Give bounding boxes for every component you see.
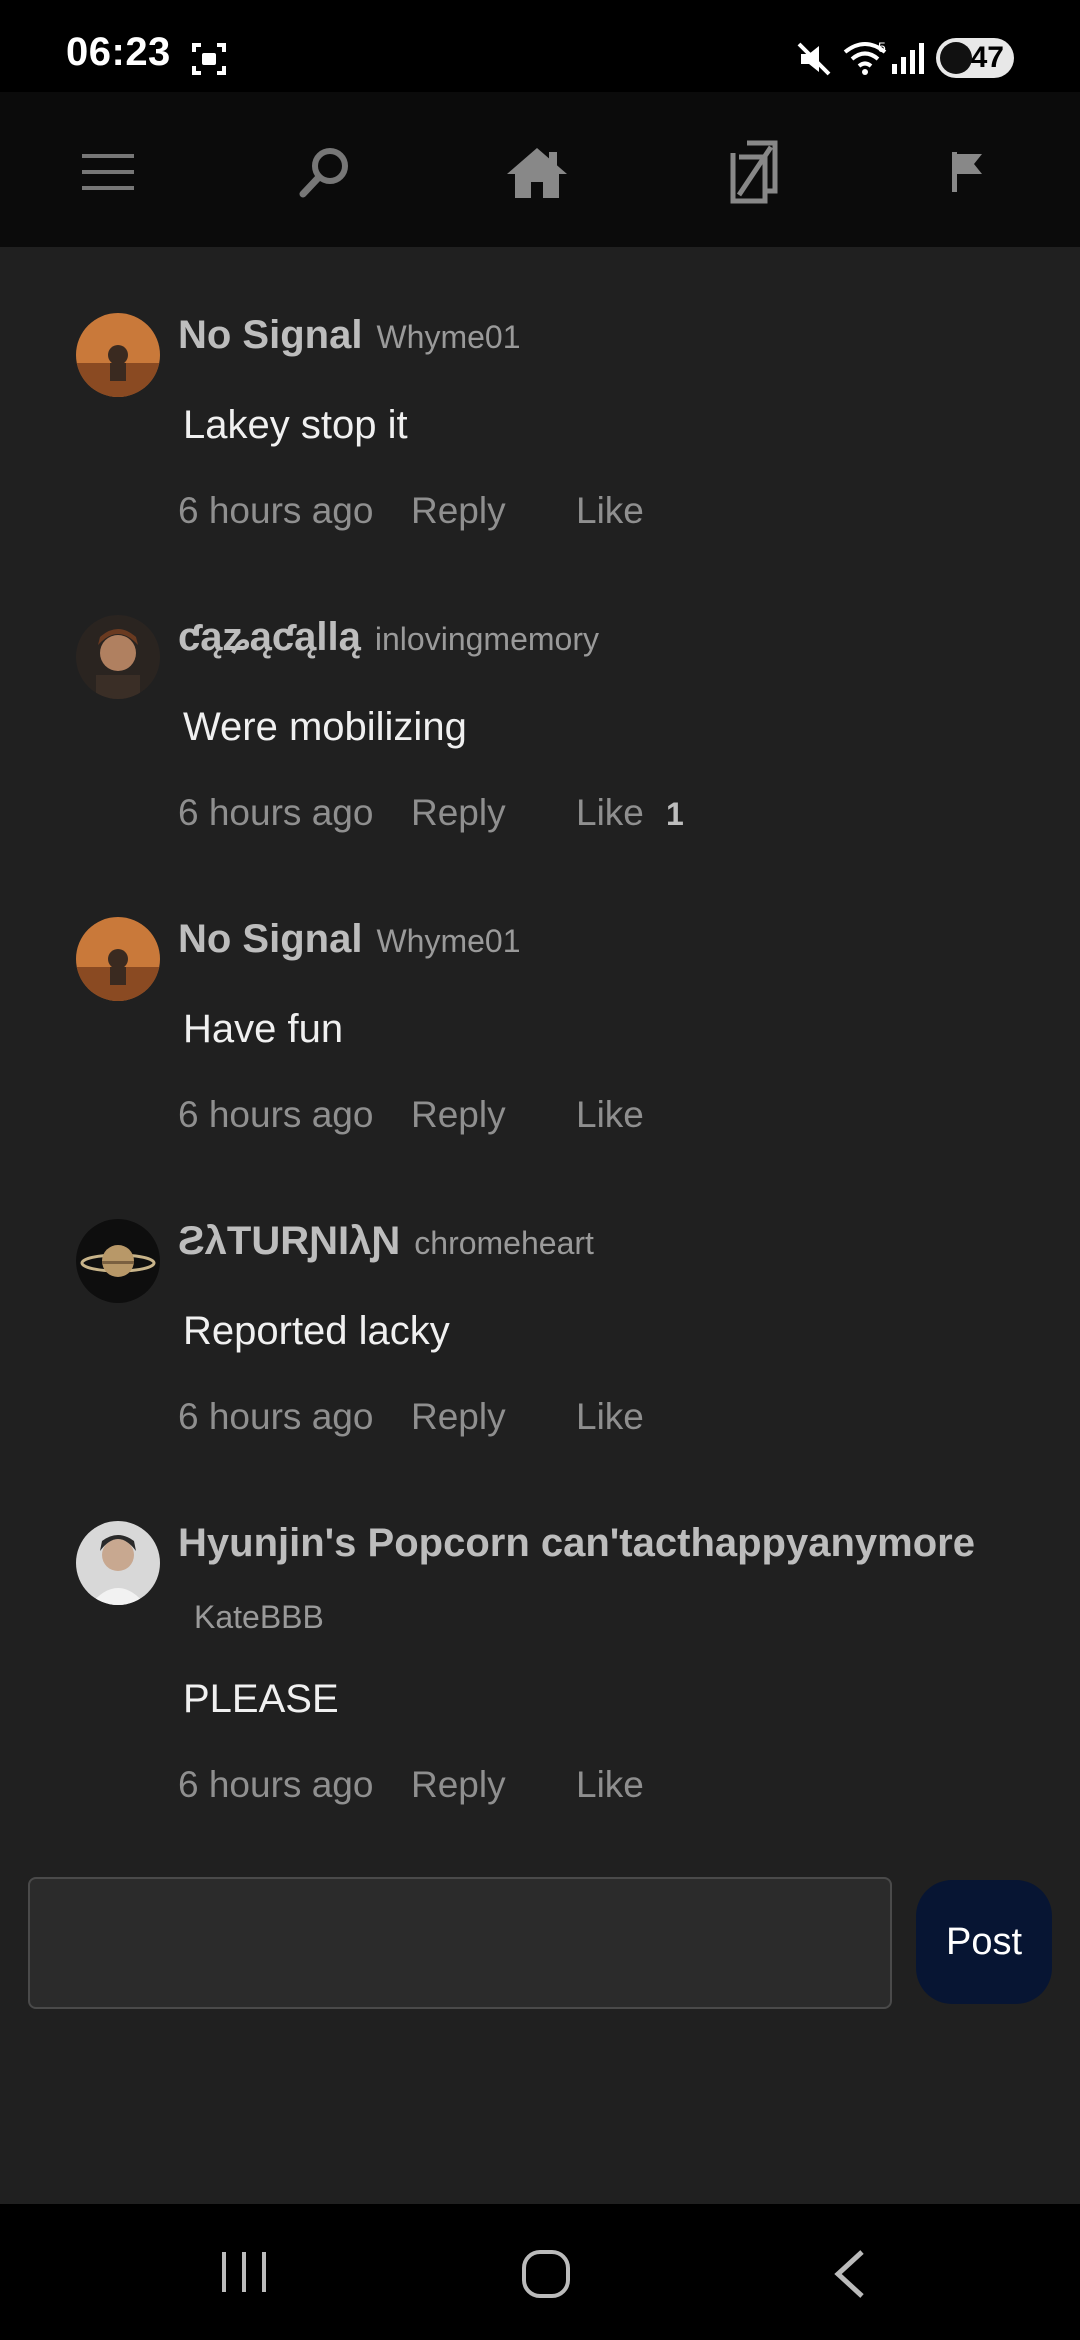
like-button[interactable]: Like bbox=[576, 792, 644, 834]
display-name[interactable]: No Signal bbox=[178, 917, 362, 961]
avatar[interactable] bbox=[76, 917, 160, 1001]
like-count: 1 bbox=[666, 796, 684, 832]
post-button[interactable]: Post bbox=[916, 1880, 1052, 2004]
like-button[interactable]: Like bbox=[576, 1094, 644, 1136]
comment-time: 6 hours ago bbox=[178, 1764, 374, 1805]
username[interactable]: KateBBB bbox=[194, 1599, 324, 1636]
home-icon[interactable] bbox=[497, 132, 577, 212]
system-nav-bar bbox=[0, 2204, 1080, 2340]
display-name[interactable]: Hyunjin's Popcorn can'tacthappyanymore bbox=[178, 1521, 975, 1565]
status-time: 06:23 bbox=[66, 30, 171, 74]
comment-text: Have fun bbox=[183, 1007, 344, 1051]
comment-text: Lakey stop it bbox=[183, 403, 408, 447]
leaf-icon bbox=[940, 42, 972, 74]
comment-time: 6 hours ago bbox=[178, 1094, 374, 1135]
comment-author[interactable]: Hyunjin's Popcorn can'tacthappyanymore bbox=[178, 1521, 975, 1566]
comment-time: 6 hours ago bbox=[178, 1396, 374, 1437]
comment-text: Reported lacky bbox=[183, 1309, 450, 1353]
signal-icon bbox=[890, 40, 926, 81]
username[interactable]: inlovingmemory bbox=[375, 621, 599, 657]
username[interactable]: chromeheart bbox=[414, 1225, 594, 1261]
comment-author[interactable]: ƧλTURƝIλƝ chromeheart bbox=[178, 1219, 594, 1264]
username[interactable]: Whyme01 bbox=[376, 923, 520, 959]
wifi-icon: 5 bbox=[842, 38, 888, 83]
flag-icon[interactable] bbox=[928, 132, 1008, 212]
svg-text:5: 5 bbox=[878, 39, 886, 55]
reply-button[interactable]: Reply bbox=[411, 1094, 506, 1136]
comment-text: PLEASE bbox=[183, 1677, 339, 1721]
like-button[interactable]: Like bbox=[576, 490, 644, 532]
battery-level: 47 bbox=[970, 41, 1004, 74]
reply-button[interactable]: Reply bbox=[411, 1396, 506, 1438]
display-name[interactable]: ƈąʑąƈąllą bbox=[178, 615, 361, 659]
display-name[interactable]: ƧλTURƝIλƝ bbox=[178, 1219, 400, 1263]
comment-author[interactable]: No Signal Whyme01 bbox=[178, 313, 521, 358]
avatar[interactable] bbox=[76, 313, 160, 397]
library-icon[interactable] bbox=[713, 132, 793, 212]
avatar[interactable] bbox=[76, 1219, 160, 1303]
comment-time: 6 hours ago bbox=[178, 792, 374, 833]
comment-author[interactable]: No Signal Whyme01 bbox=[178, 917, 521, 962]
reply-button[interactable]: Reply bbox=[411, 792, 506, 834]
search-icon[interactable] bbox=[285, 132, 365, 212]
username[interactable]: Whyme01 bbox=[376, 319, 520, 355]
screenshot-icon bbox=[190, 40, 228, 83]
like-button[interactable]: Like bbox=[576, 1396, 644, 1438]
mute-icon bbox=[795, 40, 833, 83]
comment-time: 6 hours ago bbox=[178, 490, 374, 531]
top-nav bbox=[0, 92, 1080, 247]
avatar[interactable] bbox=[76, 1521, 160, 1605]
back-icon[interactable] bbox=[830, 2248, 870, 2305]
comment-input[interactable] bbox=[28, 1877, 892, 2009]
avatar[interactable] bbox=[76, 615, 160, 699]
menu-icon[interactable] bbox=[68, 132, 148, 212]
battery-icon: 47 bbox=[936, 38, 1014, 78]
comment-text: Were mobilizing bbox=[183, 705, 467, 749]
home-button-icon[interactable] bbox=[520, 2248, 572, 2305]
status-bar: 06:23 5 47 bbox=[0, 0, 1080, 92]
recent-apps-icon[interactable] bbox=[218, 2248, 270, 2301]
reply-button[interactable]: Reply bbox=[411, 1764, 506, 1806]
display-name[interactable]: No Signal bbox=[178, 313, 362, 357]
comment-author[interactable]: ƈąʑąƈąllą inlovingmemory bbox=[178, 615, 599, 660]
like-button[interactable]: Like bbox=[576, 1764, 644, 1806]
reply-button[interactable]: Reply bbox=[411, 490, 506, 532]
